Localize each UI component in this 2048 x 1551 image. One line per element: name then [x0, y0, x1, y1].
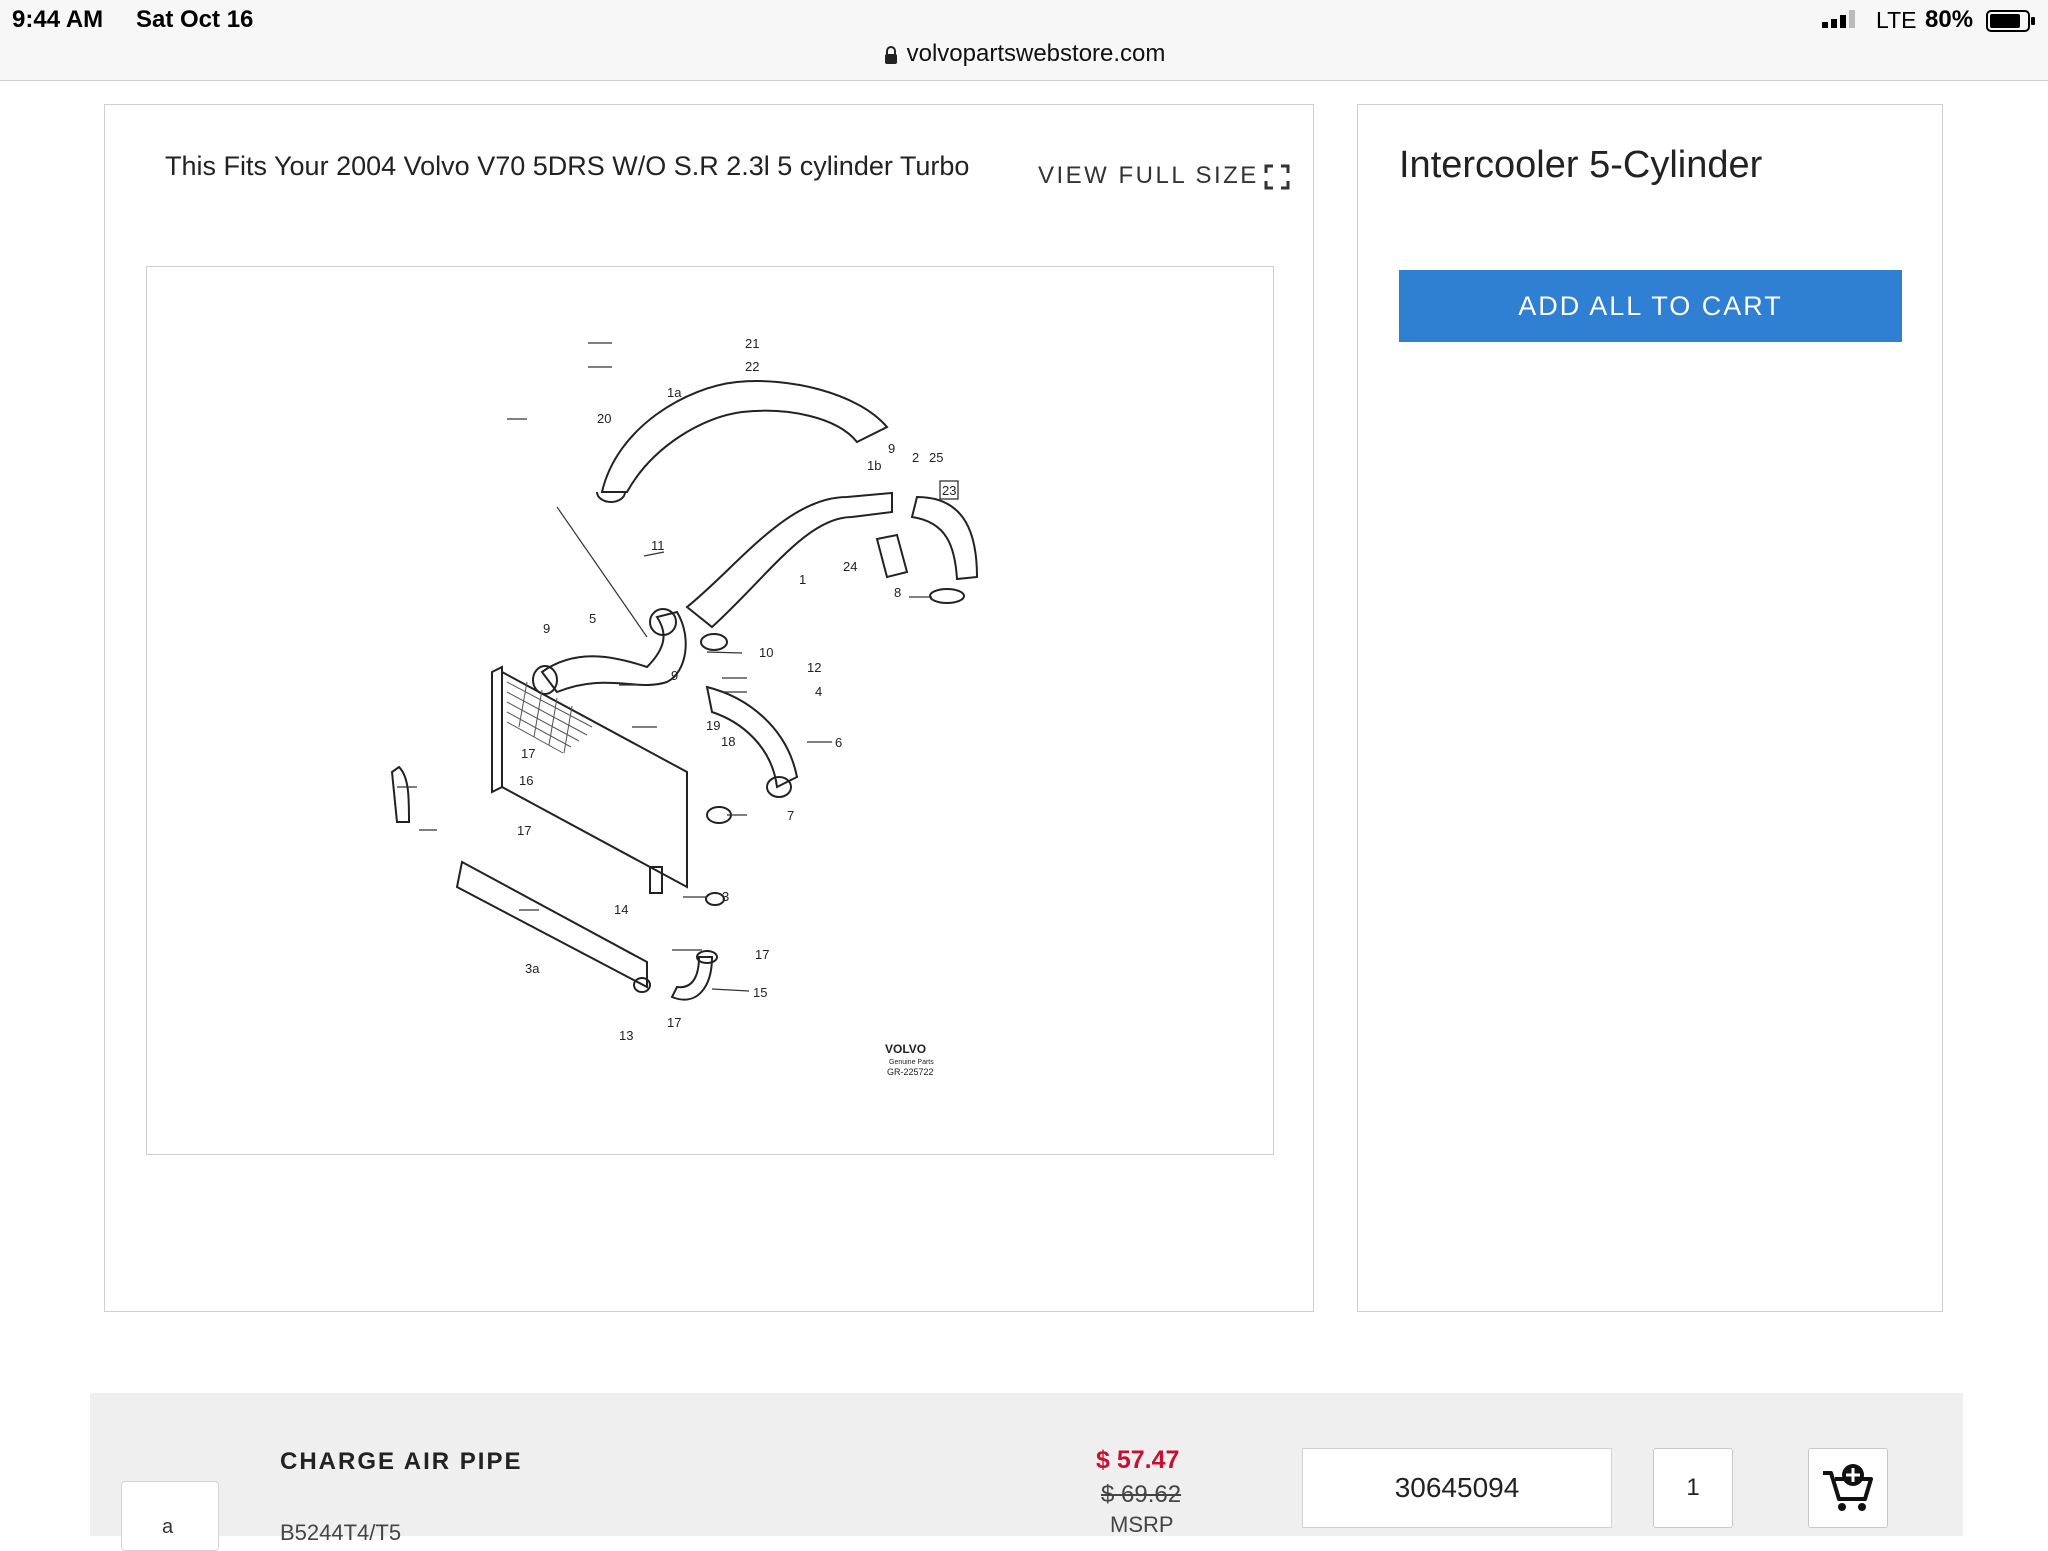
callout-8: 8	[894, 585, 901, 600]
callout-3: 3	[722, 889, 729, 904]
callout-11: 11	[651, 538, 665, 553]
parts-diagram[interactable]: 21 22 1a 20 9 1b 2 25 23 24 8 11 1 5 9 9…	[146, 266, 1274, 1155]
callout-14: 14	[614, 902, 628, 917]
msrp-label: MSRP	[1110, 1512, 1174, 1537]
callout-18: 18	[721, 734, 735, 749]
volvo-logo-text: VOLVO	[885, 1042, 926, 1056]
callout-1: 1	[799, 572, 806, 587]
callout-2: 2	[912, 450, 919, 465]
callout-15: 15	[753, 985, 767, 1000]
part-subtitle: B5244T4/T5	[280, 1520, 402, 1545]
callout-7: 7	[787, 808, 794, 823]
callout-21: 21	[745, 336, 759, 351]
battery-icon	[1986, 10, 2035, 32]
callout-9-left: 9	[543, 621, 550, 636]
callout-19: 19	[706, 718, 720, 733]
signal-icon	[1822, 10, 1855, 28]
fitment-text: This Fits Your 2004 Volvo V70 5DRS W/O S…	[165, 151, 970, 181]
callout-20: 20	[597, 411, 611, 426]
callout-9-top: 9	[888, 441, 895, 456]
diagram-drawing: 21 22 1a 20 9 1b 2 25 23 24 8 11 1 5 9 9…	[390, 336, 979, 1077]
callout-23: 23	[942, 483, 956, 498]
part-number: 30645094	[1302, 1448, 1612, 1528]
address-bar[interactable]: volvopartswebstore.com	[0, 40, 2048, 68]
status-date: Sat Oct 16	[136, 6, 254, 33]
callout-5: 5	[589, 611, 596, 626]
battery-percent: 80%	[1925, 6, 1974, 33]
callout-13: 13	[619, 1028, 633, 1043]
lock-icon	[884, 45, 897, 64]
callout-10: 10	[759, 645, 773, 660]
group-title: Intercooler 5-Cylinder	[1399, 144, 1763, 186]
callout-1a: 1a	[667, 385, 682, 400]
network-type: LTE	[1876, 7, 1917, 33]
callout-17-c: 17	[755, 947, 769, 962]
genuine-parts-text: Genuine Parts	[889, 1059, 934, 1066]
callout-6: 6	[835, 735, 842, 750]
callout-1b: 1b	[867, 458, 881, 473]
callout-25: 25	[929, 450, 943, 465]
add-to-cart-button[interactable]	[1808, 1448, 1888, 1528]
callout-17-d: 17	[667, 1015, 681, 1030]
diagram-ref: GR-225722	[887, 1067, 934, 1077]
callout-3a: 3a	[525, 961, 540, 976]
callout-9-mid: 9	[671, 668, 678, 683]
callout-16: 16	[519, 773, 533, 788]
callout-17-b: 17	[517, 823, 531, 838]
expand-icon[interactable]	[1264, 164, 1290, 190]
callout-4: 4	[815, 684, 822, 699]
url-text: volvopartswebstore.com	[906, 40, 1166, 67]
cart-plus-icon	[1823, 1464, 1873, 1511]
status-bar: 9:44 AM Sat Oct 16 volvopartswebstore.co…	[0, 0, 2048, 81]
callout-24: 24	[843, 559, 857, 574]
callout-12: 12	[807, 660, 821, 675]
sale-price: $ 57.47	[1096, 1446, 1180, 1474]
quantity-input[interactable]: 1	[1653, 1448, 1733, 1528]
part-name[interactable]: CHARGE AIR PIPE	[280, 1448, 522, 1476]
callout-17-a: 17	[521, 746, 535, 761]
msrp-price: $ 69.62	[1101, 1481, 1182, 1508]
callout-22: 22	[745, 359, 759, 374]
add-all-to-cart-button[interactable]: ADD ALL TO CART	[1399, 270, 1902, 342]
view-full-size-link[interactable]: VIEW FULL SIZE	[1038, 162, 1259, 190]
status-time: 9:44 AM	[12, 6, 104, 33]
